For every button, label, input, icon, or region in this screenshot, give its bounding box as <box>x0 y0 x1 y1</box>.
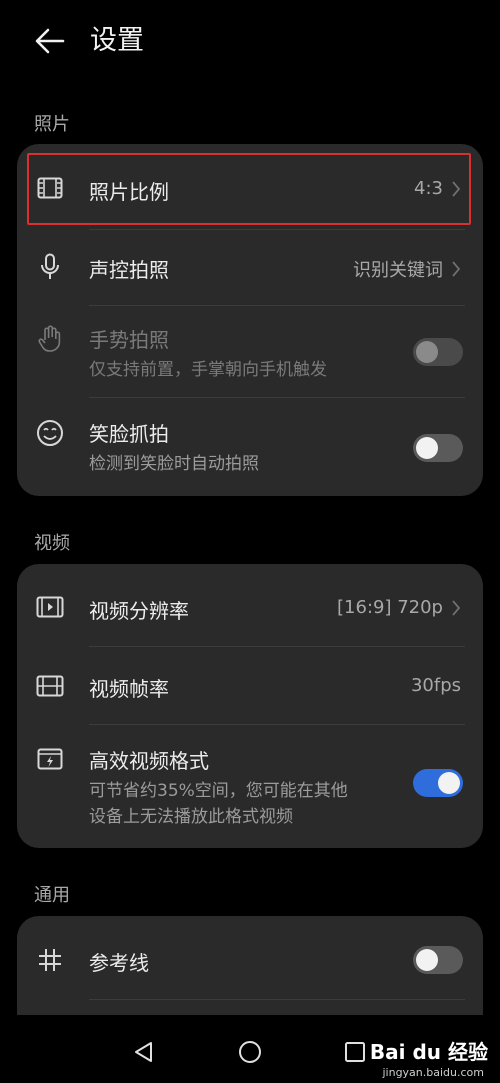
setting-row-smile-capture[interactable]: 笑脸抓拍 检测到笑脸时自动拍照 <box>17 398 483 496</box>
grid-lines-toggle[interactable] <box>413 946 463 974</box>
setting-value: 识别关键词 <box>353 256 461 282</box>
video-framerate-value: 30fps <box>410 675 461 696</box>
square-recents-icon <box>345 1042 365 1062</box>
setting-label: 参考线 <box>89 951 149 975</box>
baidu-jingyan-watermark: Bai du 经验 <box>369 1040 488 1064</box>
setting-description: 检测到笑脸时自动拍照 <box>89 454 259 474</box>
video-settings-card: 视频分辨率 [16:9] 720p 视频帧率 30fps 高效视频格式 可节省约… <box>17 564 483 848</box>
nav-back-button[interactable] <box>128 1037 158 1067</box>
setting-label: 视频帧率 <box>89 677 169 701</box>
divider <box>89 999 465 1000</box>
section-label-video: 视频 <box>34 533 70 554</box>
nav-home-button[interactable] <box>235 1037 265 1067</box>
circle-home-icon <box>239 1041 261 1063</box>
section-label-photo: 照片 <box>34 114 70 135</box>
chevron-right-icon <box>452 599 461 616</box>
triangle-back-icon <box>135 1042 152 1062</box>
setting-description-line2: 设备上无法播放此格式视频 <box>89 807 293 827</box>
setting-label: 手势拍照 <box>89 328 169 352</box>
page-title: 设置 <box>90 25 144 56</box>
gesture-capture-toggle <box>413 338 463 366</box>
back-arrow-icon <box>35 28 65 54</box>
grid-icon <box>35 945 65 975</box>
setting-row-grid-lines[interactable]: 参考线 <box>17 916 483 1000</box>
hand-icon <box>35 324 65 354</box>
video-format-icon <box>35 743 65 773</box>
chevron-right-icon <box>452 261 461 277</box>
back-button[interactable] <box>28 22 72 60</box>
setting-label: 声控拍照 <box>89 258 169 282</box>
setting-row-video-resolution[interactable]: 视频分辨率 [16:9] 720p <box>17 564 483 647</box>
setting-label: 视频分辨率 <box>89 599 189 623</box>
setting-row-video-framerate[interactable]: 视频帧率 30fps <box>17 647 483 725</box>
watermark-url: jingyan.baidu.com <box>382 1066 484 1079</box>
setting-row-efficient-video-format[interactable]: 高效视频格式 可节省约35%空间，您可能在其他 设备上无法播放此格式视频 <box>17 725 483 848</box>
nav-recents-button[interactable] <box>340 1037 370 1067</box>
setting-label: 高效视频格式 <box>89 749 209 773</box>
toggle-knob <box>416 949 438 971</box>
toggle-knob <box>416 341 438 363</box>
setting-row-gesture-capture: 手势拍照 仅支持前置，手掌朝向手机触发 <box>17 306 483 398</box>
highlight-box <box>27 153 471 225</box>
toggle-knob <box>438 772 460 794</box>
microphone-icon <box>35 252 65 282</box>
setting-description: 仅支持前置，手掌朝向手机触发 <box>89 360 327 380</box>
section-label-general: 通用 <box>34 885 70 906</box>
setting-label: 笑脸抓拍 <box>89 422 169 446</box>
setting-value: [16:9] 720p <box>337 597 461 618</box>
setting-description-line1: 可节省约35%空间，您可能在其他 <box>89 781 348 801</box>
app-header: 设置 <box>0 0 500 82</box>
smile-capture-toggle[interactable] <box>413 434 463 462</box>
smile-icon <box>35 418 65 448</box>
setting-row-voice-capture[interactable]: 声控拍照 识别关键词 <box>17 230 483 306</box>
film-icon <box>35 671 65 701</box>
video-resolution-icon <box>35 592 65 622</box>
toggle-knob <box>416 437 438 459</box>
efficient-video-format-toggle[interactable] <box>413 769 463 797</box>
video-resolution-value: [16:9] 720p <box>337 597 443 618</box>
voice-capture-value: 识别关键词 <box>353 260 443 281</box>
